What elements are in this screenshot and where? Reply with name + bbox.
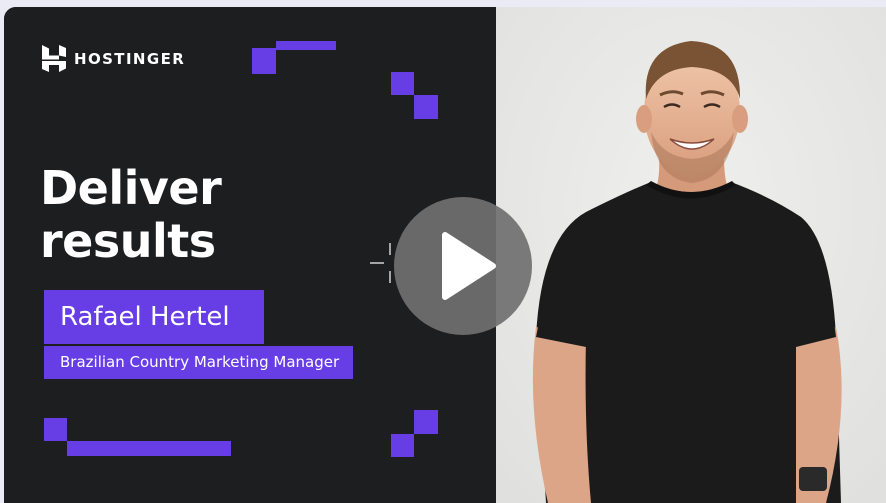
- decor-bar-top: [276, 41, 336, 50]
- decor-block-top-1: [252, 48, 276, 74]
- video-thumbnail[interactable]: HOSTINGER Deliver results Rafael Hertel …: [4, 7, 886, 503]
- headline: Deliver results: [40, 161, 222, 268]
- brand-name: HOSTINGER: [74, 49, 186, 68]
- speaker-photo: [496, 7, 886, 503]
- play-button[interactable]: [394, 197, 532, 335]
- decor-block-top-2: [391, 72, 414, 95]
- speaker-role: Brazilian Country Marketing Manager: [44, 346, 353, 379]
- headline-line-1: Deliver: [40, 161, 222, 215]
- decor-bar-bottom: [67, 441, 231, 456]
- brand-logo: HOSTINGER: [42, 45, 185, 72]
- decor-block-bottom-3: [391, 434, 414, 457]
- decor-block-bottom-2: [414, 410, 438, 434]
- speaker-portrait: [496, 7, 886, 503]
- hostinger-logo-icon: [42, 45, 66, 72]
- headline-line-2: results: [40, 214, 216, 268]
- decor-block-bottom-1: [44, 418, 67, 441]
- decor-block-top-3: [414, 95, 438, 119]
- speaker-name: Rafael Hertel: [44, 290, 264, 344]
- play-icon: [442, 232, 496, 300]
